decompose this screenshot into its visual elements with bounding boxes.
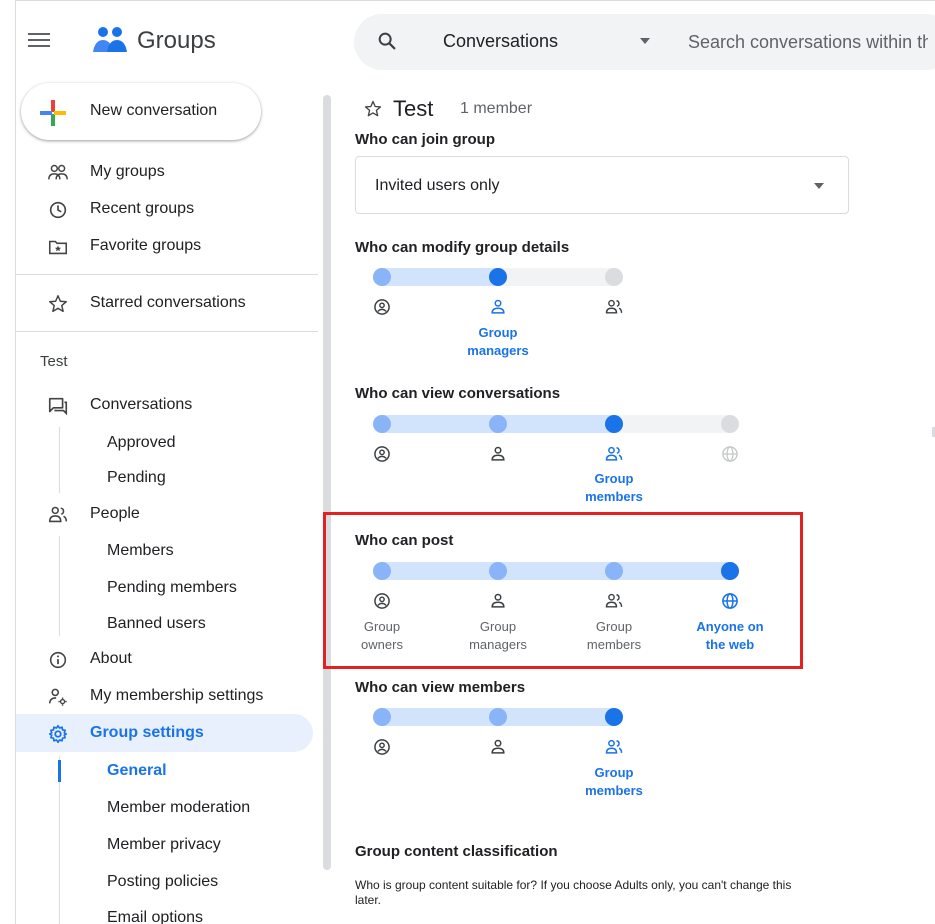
slider-stop-owners[interactable] <box>373 415 391 433</box>
members-icon <box>605 739 623 754</box>
content-classification-title: Group content classification <box>355 843 558 860</box>
label-line: Group <box>478 325 518 340</box>
menu-bar <box>28 33 50 35</box>
new-conversation-label: New conversation <box>90 102 218 119</box>
manager-icon <box>491 299 505 314</box>
label-line: members <box>585 783 643 798</box>
gear-icon <box>48 724 68 744</box>
sidebar-subitem-posting-policies[interactable]: Posting policies <box>107 873 218 891</box>
chevron-down-icon <box>814 183 824 189</box>
slider-stop-owners[interactable] <box>373 268 391 286</box>
star-outline-icon <box>49 295 67 313</box>
label-line: members <box>585 489 643 504</box>
globe-icon <box>722 446 738 462</box>
plus-icon <box>40 100 66 126</box>
slider-stop-owners[interactable] <box>373 708 391 726</box>
who-can-join-label: Who can join group <box>355 131 495 147</box>
slider-stop-managers[interactable] <box>489 415 507 433</box>
person-settings-icon <box>48 688 67 706</box>
who-can-join-select[interactable]: Invited users only <box>355 156 849 214</box>
sidebar-item-group-settings[interactable]: Group settings <box>90 724 204 742</box>
sidebar-item-favorite-groups[interactable]: Favorite groups <box>90 237 201 255</box>
sidebar-item-conversations[interactable]: Conversations <box>90 396 192 414</box>
view-conversations-selected-label: Group members <box>559 470 669 506</box>
tree-line <box>59 536 60 636</box>
sidebar-scrollbar[interactable] <box>323 95 331 870</box>
members-icon <box>605 446 623 461</box>
sidebar-item-my-membership-settings[interactable]: My membership settings <box>90 687 263 705</box>
slider-track-fill <box>373 268 507 286</box>
clipped-section-label: Who can join group <box>355 125 655 147</box>
content-classification-description: Who is group content suitable for? If yo… <box>355 878 792 907</box>
members-icon <box>605 299 623 314</box>
people-icon <box>48 506 68 523</box>
sidebar-subitem-pending[interactable]: Pending <box>107 469 166 487</box>
slider-stop-managers[interactable] <box>489 708 507 726</box>
groups-logo-icon <box>93 27 127 52</box>
slider-stop-managers-selected[interactable] <box>489 268 507 286</box>
sidebar-item-people[interactable]: People <box>90 505 140 523</box>
owner-icon <box>374 739 390 755</box>
groups-icon <box>48 164 68 180</box>
modify-details-title: Who can modify group details <box>355 239 570 256</box>
select-value: Invited users only <box>375 177 500 194</box>
slider-stop-members[interactable] <box>605 268 623 286</box>
page-title: Test <box>393 96 434 121</box>
owner-icon <box>374 446 390 462</box>
clock-icon <box>49 201 67 219</box>
sidebar-subitem-banned-users[interactable]: Banned users <box>107 615 206 633</box>
sidebar-subitem-member-privacy[interactable]: Member privacy <box>107 836 221 854</box>
label-line: Group <box>594 471 634 486</box>
sidebar-subitem-email-options[interactable]: Email options <box>107 909 203 924</box>
slider-stop-members-selected[interactable] <box>605 415 623 433</box>
menu-bar <box>28 45 50 47</box>
conversations-icon <box>48 397 68 416</box>
modify-selected-label: Group managers <box>443 324 553 360</box>
manager-icon <box>491 446 505 461</box>
search-scope-dropdown[interactable]: Conversations <box>443 31 558 52</box>
slider-stop-members-selected[interactable] <box>605 708 623 726</box>
app-title: Groups <box>137 27 216 54</box>
chevron-down-icon[interactable] <box>640 38 650 44</box>
tree-line <box>59 427 60 493</box>
sidebar-subitem-approved[interactable]: Approved <box>107 434 176 452</box>
sidebar-subitem-general[interactable]: General <box>107 762 167 780</box>
sidebar-group-name: Test <box>40 353 68 370</box>
menu-bar <box>28 39 50 41</box>
sidebar-subitem-members[interactable]: Members <box>107 542 174 560</box>
active-subitem-indicator <box>58 760 61 782</box>
sidebar-item-starred-conversations[interactable]: Starred conversations <box>90 294 246 312</box>
view-members-selected-label: Group members <box>559 764 669 800</box>
label-line: Group <box>594 765 634 780</box>
view-conversations-title: Who can view conversations <box>355 385 561 402</box>
sidebar-divider <box>16 274 318 275</box>
main-menu-button[interactable] <box>28 30 50 52</box>
search-icon[interactable] <box>376 30 398 52</box>
manager-icon <box>491 739 505 754</box>
star-icon[interactable] <box>363 99 383 119</box>
sidebar-subitem-member-moderation[interactable]: Member moderation <box>107 799 250 817</box>
view-members-title: Who can view members <box>355 679 526 696</box>
owner-icon <box>374 299 390 315</box>
sidebar-subitem-pending-members[interactable]: Pending members <box>107 579 237 597</box>
sidebar-divider <box>16 331 318 332</box>
label-line: managers <box>467 343 529 358</box>
sidebar-item-recent-groups[interactable]: Recent groups <box>90 200 194 218</box>
sidebar-item-about[interactable]: About <box>90 650 132 668</box>
info-icon <box>49 651 67 669</box>
search-input[interactable] <box>688 30 928 54</box>
highlight-box <box>323 512 803 669</box>
folder-star-icon <box>48 240 68 255</box>
member-count: 1 member <box>460 100 533 117</box>
slider-stop-web[interactable] <box>721 415 739 433</box>
sidebar-item-my-groups[interactable]: My groups <box>90 163 165 181</box>
